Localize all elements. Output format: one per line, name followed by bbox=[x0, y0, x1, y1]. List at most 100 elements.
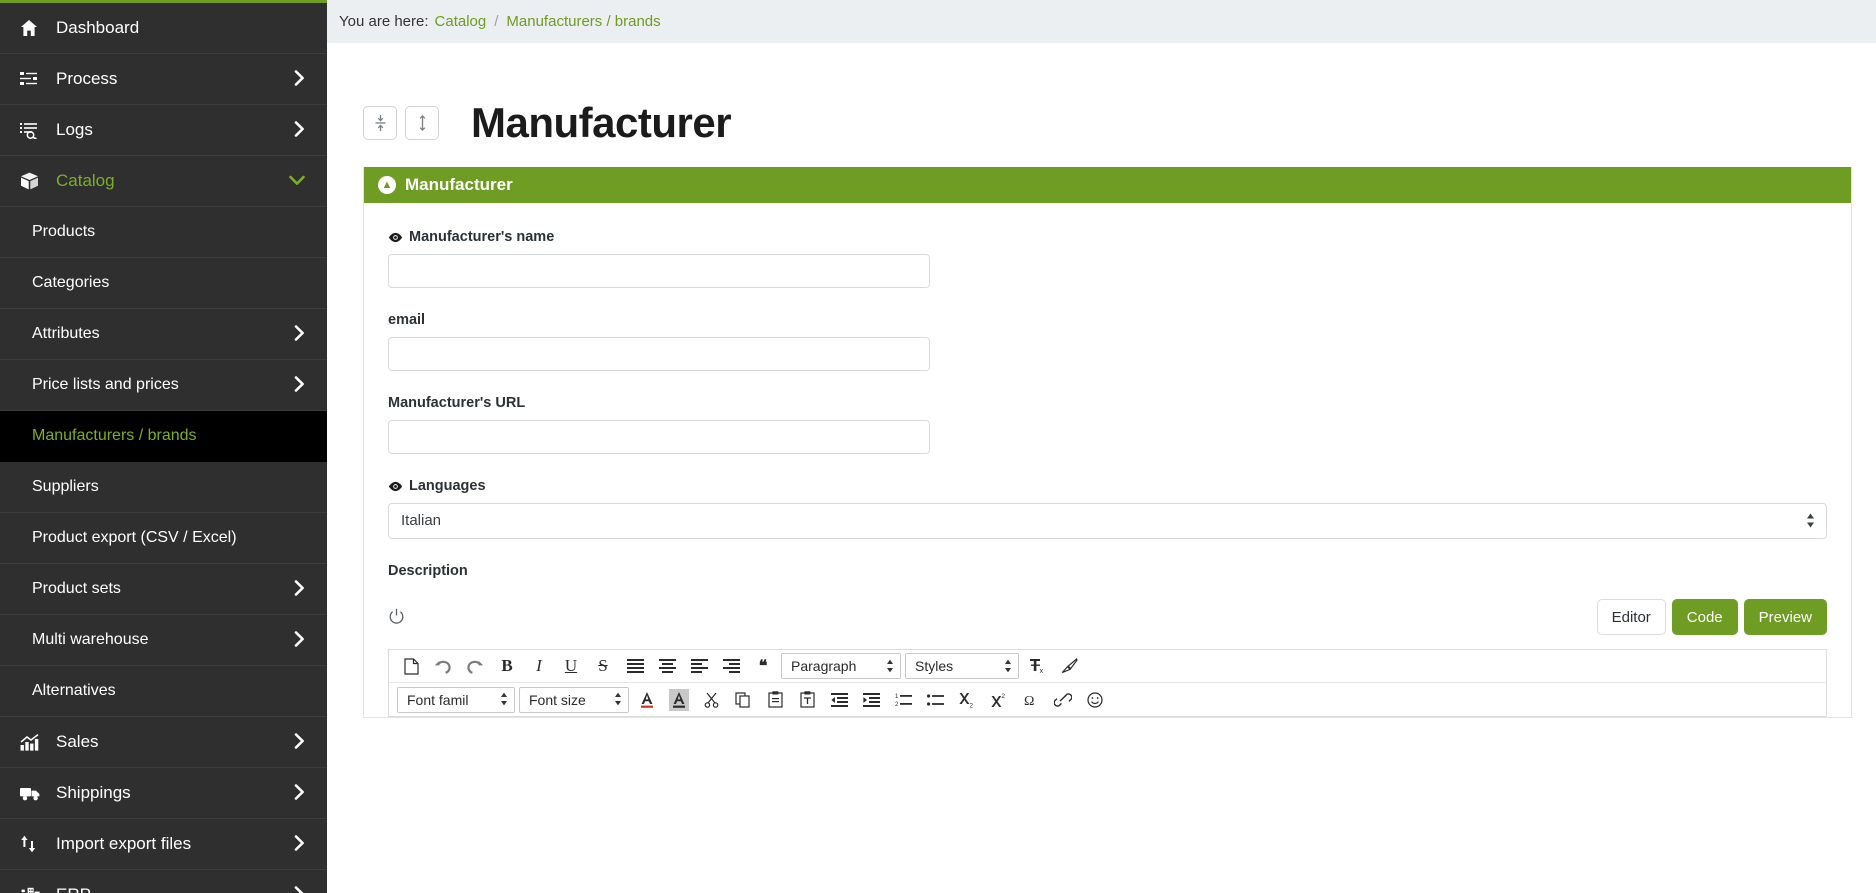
breadcrumb-separator: / bbox=[494, 13, 499, 30]
new-document-icon[interactable] bbox=[397, 653, 425, 679]
blockquote-button[interactable]: ❝ bbox=[749, 653, 777, 679]
strikethrough-button[interactable]: S bbox=[589, 653, 617, 679]
sidebar-item-label: Product export (CSV / Excel) bbox=[32, 529, 237, 546]
languages-select[interactable]: Italian bbox=[388, 503, 1827, 539]
align-justify-icon[interactable] bbox=[621, 653, 649, 679]
align-right-icon[interactable] bbox=[717, 653, 745, 679]
svg-text:2: 2 bbox=[969, 702, 973, 708]
manufacturer-url-input[interactable] bbox=[388, 420, 930, 454]
breadcrumb-link-manufacturers[interactable]: Manufacturers / brands bbox=[506, 13, 660, 30]
sidebar-item-suppliers[interactable]: Suppliers bbox=[0, 462, 327, 513]
editor-mode-code-button[interactable]: Code bbox=[1671, 599, 1738, 635]
sidebar-item-erp[interactable]: ERP bbox=[0, 870, 327, 893]
subscript-icon[interactable]: 2 bbox=[953, 687, 981, 713]
paragraph-format-select[interactable]: Paragraph bbox=[781, 653, 901, 679]
sidebar-item-catalog[interactable]: Catalog bbox=[0, 156, 327, 207]
sidebar-item-label: Sales bbox=[56, 732, 99, 751]
page-title: Manufacturer bbox=[471, 99, 732, 146]
font-family-select[interactable]: Font famil bbox=[397, 686, 515, 713]
sidebar-item-label: Process bbox=[56, 69, 118, 88]
sidebar-item-alternatives[interactable]: Alternatives bbox=[0, 666, 327, 717]
field-email: email bbox=[388, 312, 1827, 371]
power-icon[interactable] bbox=[388, 608, 405, 626]
sidebar-item-product-export-csv-excel[interactable]: Product export (CSV / Excel) bbox=[0, 513, 327, 564]
indent-increase-icon[interactable] bbox=[857, 687, 885, 713]
expand-all-button[interactable] bbox=[405, 106, 439, 140]
breadcrumb-prefix: You are here: bbox=[339, 13, 429, 30]
sidebar-item-products[interactable]: Products bbox=[0, 207, 327, 258]
background-color-icon[interactable] bbox=[665, 687, 693, 713]
undo-icon[interactable] bbox=[429, 653, 457, 679]
chart-icon bbox=[20, 733, 46, 751]
field-label-languages: Languages bbox=[388, 478, 1827, 494]
align-center-icon[interactable] bbox=[653, 653, 681, 679]
home-icon bbox=[20, 19, 46, 37]
expand-all-icon bbox=[419, 114, 425, 132]
field-label-text: Manufacturer's URL bbox=[388, 395, 526, 411]
select-label: Styles bbox=[915, 658, 954, 674]
sidebar-item-label: Product sets bbox=[32, 580, 121, 597]
select-label: Font famil bbox=[407, 691, 469, 708]
erp-icon bbox=[20, 887, 46, 893]
sidebar-item-manufacturers-brands[interactable]: Manufacturers / brands bbox=[0, 411, 327, 462]
text-color-icon[interactable] bbox=[633, 687, 661, 713]
breadcrumb-link-catalog[interactable]: Catalog bbox=[435, 13, 487, 30]
cut-icon[interactable] bbox=[697, 687, 725, 713]
sidebar-item-import-export-files[interactable]: Import export files bbox=[0, 819, 327, 870]
indent-decrease-icon[interactable] bbox=[825, 687, 853, 713]
editor-mode-editor-button[interactable]: Editor bbox=[1596, 599, 1666, 635]
chevron-right-icon bbox=[294, 69, 305, 89]
sidebar-item-process[interactable]: Process bbox=[0, 54, 327, 105]
manufacturer-name-input[interactable] bbox=[388, 254, 930, 288]
special-char-icon[interactable]: Ω bbox=[1017, 687, 1045, 713]
copy-icon[interactable] bbox=[729, 687, 757, 713]
sidebar-item-sales[interactable]: Sales bbox=[0, 717, 327, 768]
italic-button[interactable]: I bbox=[525, 653, 553, 679]
font-size-select[interactable]: Font size bbox=[519, 686, 629, 713]
panel-header[interactable]: ▲ Manufacturer bbox=[364, 167, 1851, 203]
sidebar-item-multi-warehouse[interactable]: Multi warehouse bbox=[0, 615, 327, 666]
description-label: Description bbox=[388, 563, 468, 579]
paste-icon[interactable] bbox=[761, 687, 789, 713]
chevron-right-icon bbox=[294, 885, 305, 893]
chevron-right-icon bbox=[294, 324, 305, 344]
align-left-icon[interactable] bbox=[685, 653, 713, 679]
chevron-up-circle-icon: ▲ bbox=[378, 176, 396, 194]
email-input[interactable] bbox=[388, 337, 930, 371]
superscript-icon[interactable]: 2 bbox=[985, 687, 1013, 713]
sidebar-item-product-sets[interactable]: Product sets bbox=[0, 564, 327, 615]
paste-text-icon[interactable] bbox=[793, 687, 821, 713]
sidebar-item-logs[interactable]: Logs bbox=[0, 105, 327, 156]
underline-button[interactable]: U bbox=[557, 653, 585, 679]
sidebar-item-label: Logs bbox=[56, 120, 93, 139]
sidebar-item-shippings[interactable]: Shippings bbox=[0, 768, 327, 819]
styles-select[interactable]: Styles bbox=[905, 653, 1019, 679]
bulleted-list-icon[interactable] bbox=[921, 687, 949, 713]
chevron-down-icon bbox=[289, 174, 305, 189]
sidebar-item-categories[interactable]: Categories bbox=[0, 258, 327, 309]
sidebar-item-attributes[interactable]: Attributes bbox=[0, 309, 327, 360]
editor-mode-preview-button[interactable]: Preview bbox=[1743, 599, 1827, 635]
sidebar-item-label: Multi warehouse bbox=[32, 631, 149, 648]
sidebar-item-label: Import export files bbox=[56, 834, 192, 853]
sidebar-item-label: Products bbox=[32, 223, 96, 240]
sidebar-item-price-lists-and-prices[interactable]: Price lists and prices bbox=[0, 360, 327, 411]
chevron-right-icon bbox=[294, 375, 305, 395]
clear-formatting-brush-icon[interactable] bbox=[1055, 653, 1083, 679]
sidebar-item-label: Manufacturers / brands bbox=[32, 427, 197, 444]
link-icon[interactable] bbox=[1049, 687, 1077, 713]
truck-icon bbox=[20, 786, 46, 801]
numbered-list-icon[interactable]: 12 bbox=[889, 687, 917, 713]
redo-icon[interactable] bbox=[461, 653, 489, 679]
chevron-right-icon bbox=[294, 834, 305, 854]
remove-format-icon[interactable]: x bbox=[1023, 653, 1051, 679]
collapse-all-button[interactable] bbox=[363, 106, 397, 140]
field-label-text: Manufacturer's name bbox=[409, 229, 555, 245]
sidebar-item-label: Attributes bbox=[32, 325, 100, 342]
emoji-icon[interactable] bbox=[1081, 687, 1109, 713]
bold-button[interactable]: B bbox=[493, 653, 521, 679]
svg-text:2: 2 bbox=[1001, 693, 1005, 700]
sidebar-item-dashboard[interactable]: Dashboard bbox=[0, 3, 327, 54]
editor-mode-buttons: Editor Code Preview bbox=[1591, 599, 1827, 635]
editor-toolbar: B I U S ❝ Paragraph Styles x Font famil Font siz… bbox=[388, 649, 1827, 717]
